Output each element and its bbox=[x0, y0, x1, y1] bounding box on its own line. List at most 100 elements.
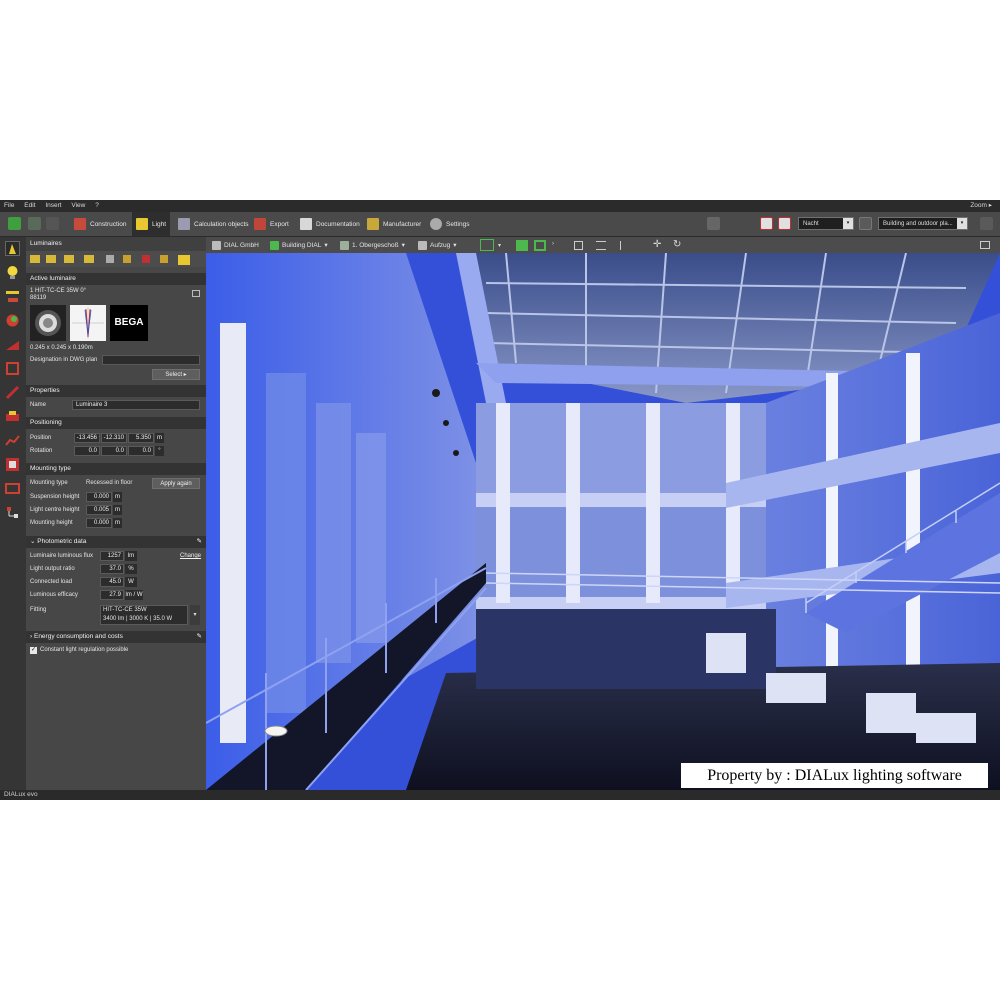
measure-icon[interactable] bbox=[620, 241, 630, 250]
tools-icon[interactable] bbox=[5, 385, 20, 400]
constant-light-checkbox[interactable]: ✓ bbox=[30, 647, 37, 654]
fit-width-icon[interactable] bbox=[596, 241, 606, 250]
flux-label: Luminaire luminous flux bbox=[30, 553, 94, 559]
documentation-icon bbox=[300, 218, 312, 230]
energy-header[interactable]: › Energy consumption and costs ✎ bbox=[26, 631, 206, 643]
render-icon[interactable] bbox=[707, 217, 720, 230]
change-link[interactable]: Change bbox=[180, 553, 201, 559]
undo-icon[interactable] bbox=[28, 217, 41, 230]
tab-construction[interactable]: Construction bbox=[74, 212, 127, 236]
redo-icon[interactable] bbox=[46, 217, 59, 230]
breadcrumb-building-label: Building DIAL bbox=[282, 241, 322, 249]
paste-icon[interactable] bbox=[178, 255, 190, 265]
window-icon[interactable] bbox=[5, 481, 20, 496]
menu-insert[interactable]: Insert bbox=[41, 200, 65, 212]
site-icon bbox=[212, 240, 221, 250]
menu-help[interactable]: ? bbox=[91, 200, 103, 212]
breadcrumb-room[interactable]: Aufzug ▾ bbox=[418, 237, 457, 253]
daylight-icon[interactable] bbox=[5, 361, 20, 376]
luminaire-tool-icon[interactable] bbox=[5, 241, 20, 256]
bulb-icon[interactable] bbox=[5, 265, 20, 280]
menu-edit[interactable]: Edit bbox=[20, 200, 39, 212]
rotation-z-input[interactable]: 0.0 bbox=[128, 446, 154, 456]
pin-icon[interactable]: ✎ bbox=[197, 631, 202, 643]
emergency-light-icon[interactable] bbox=[5, 409, 20, 424]
scene-settings-icon[interactable] bbox=[859, 217, 872, 230]
scene-select[interactable]: Nacht ▾ bbox=[798, 217, 854, 230]
watermark-caption: Property by : DIALux lighting software bbox=[681, 763, 988, 788]
breadcrumb-company[interactable]: DIAL GmbH bbox=[212, 237, 259, 253]
ruler-icon[interactable] bbox=[980, 217, 993, 230]
luminaire-data-icon[interactable] bbox=[192, 290, 200, 297]
chart-icon[interactable] bbox=[5, 433, 20, 448]
fullscreen-icon[interactable] bbox=[980, 241, 990, 249]
position-x-input[interactable]: -13.456 bbox=[74, 433, 100, 443]
chevron-down-icon[interactable]: ▾ bbox=[498, 242, 501, 249]
tab-documentation[interactable]: Documentation bbox=[300, 212, 360, 236]
solid-view-icon[interactable] bbox=[516, 240, 528, 251]
mounting-height-unit: m bbox=[113, 518, 122, 528]
pin-icon[interactable]: ✎ bbox=[197, 536, 202, 548]
suspension-height-label: Suspension height bbox=[30, 494, 80, 500]
menu-file[interactable]: File bbox=[0, 200, 18, 212]
position-label: Position bbox=[30, 435, 52, 441]
arrange-field-icon[interactable] bbox=[46, 255, 56, 263]
suspension-height-input[interactable]: 0.000 bbox=[86, 492, 112, 502]
tab-settings[interactable]: Settings bbox=[430, 212, 470, 236]
fit-view-icon[interactable] bbox=[574, 241, 583, 250]
rotation-x-input[interactable]: 0.0 bbox=[74, 446, 100, 456]
3d-view-icon[interactable] bbox=[480, 239, 494, 251]
arrange-point-icon[interactable] bbox=[84, 255, 94, 263]
aim-icon[interactable] bbox=[123, 255, 131, 263]
breadcrumb-floor[interactable]: 1. Obergeschoß ▾ bbox=[340, 237, 405, 253]
color-icon[interactable] bbox=[5, 313, 20, 328]
tab-light[interactable]: Light bbox=[132, 212, 171, 236]
stop-icon[interactable] bbox=[778, 217, 791, 230]
chevron-down-icon: ▾ bbox=[957, 218, 967, 229]
name-input[interactable]: Luminaire 3 bbox=[72, 400, 200, 410]
room-icon[interactable] bbox=[5, 457, 20, 472]
floor-icon bbox=[340, 240, 349, 250]
tab-export[interactable]: Export bbox=[254, 212, 289, 236]
select-icon[interactable] bbox=[106, 255, 114, 263]
apply-again-button[interactable]: Apply again bbox=[152, 478, 200, 489]
mounting-header: Mounting type bbox=[26, 463, 206, 475]
hierarchy-icon[interactable] bbox=[5, 505, 20, 520]
tab-calculation-objects[interactable]: Calculation objects bbox=[178, 212, 249, 236]
wire-view-icon[interactable] bbox=[534, 240, 546, 251]
move-icon[interactable]: ✛ bbox=[653, 239, 661, 250]
menu-bar: File Edit Insert View ? Zoom ▸ bbox=[0, 200, 1000, 212]
arrange-line-icon[interactable] bbox=[30, 255, 40, 263]
manufacturer-logo: BEGA bbox=[110, 305, 148, 341]
light-centre-height-input[interactable]: 0.005 bbox=[86, 505, 112, 515]
fitting-box[interactable]: HIT-TC-CE 35W 3400 lm | 3000 K | 35.0 W bbox=[100, 605, 188, 625]
fitting-dropdown-icon[interactable]: ▾ bbox=[190, 605, 200, 625]
efficacy-value: 27.9 bbox=[100, 590, 124, 600]
select-button[interactable]: Select ▸ bbox=[152, 369, 200, 380]
3d-viewport[interactable] bbox=[206, 253, 1000, 790]
mode-select[interactable]: Building and outdoor pla... ▾ bbox=[878, 217, 968, 230]
position-z-input[interactable]: 5.350 bbox=[128, 433, 154, 443]
designation-input[interactable] bbox=[102, 355, 200, 365]
delete-icon[interactable] bbox=[760, 217, 773, 230]
menu-view[interactable]: View bbox=[67, 200, 89, 212]
chevron-right-icon[interactable]: › bbox=[552, 241, 554, 247]
mounting-height-input[interactable]: 0.000 bbox=[86, 518, 112, 528]
save-icon[interactable] bbox=[8, 217, 21, 230]
align-icon[interactable] bbox=[142, 255, 150, 263]
photometric-header[interactable]: ⌄ Photometric data ✎ bbox=[26, 536, 206, 548]
light-scene-icon[interactable] bbox=[5, 337, 20, 352]
luminaire-arrangement-icon[interactable] bbox=[5, 289, 20, 304]
flux-unit: lm bbox=[125, 551, 137, 561]
rotation-y-input[interactable]: 0.0 bbox=[101, 446, 127, 456]
light-centre-unit: m bbox=[113, 505, 122, 515]
arrange-circle-icon[interactable] bbox=[64, 255, 74, 263]
select-button-label: Select bbox=[165, 372, 182, 378]
distribute-icon[interactable] bbox=[160, 255, 168, 263]
tab-manufacturer[interactable]: Manufacturer bbox=[367, 212, 421, 236]
rotate-icon[interactable]: ↻ bbox=[673, 239, 681, 250]
position-y-input[interactable]: -12.310 bbox=[101, 433, 127, 443]
zoom-menu[interactable]: Zoom ▸ bbox=[970, 200, 992, 212]
breadcrumb-floor-label: 1. Obergeschoß bbox=[352, 241, 399, 249]
breadcrumb-building[interactable]: Building DIAL ▾ bbox=[270, 237, 328, 253]
